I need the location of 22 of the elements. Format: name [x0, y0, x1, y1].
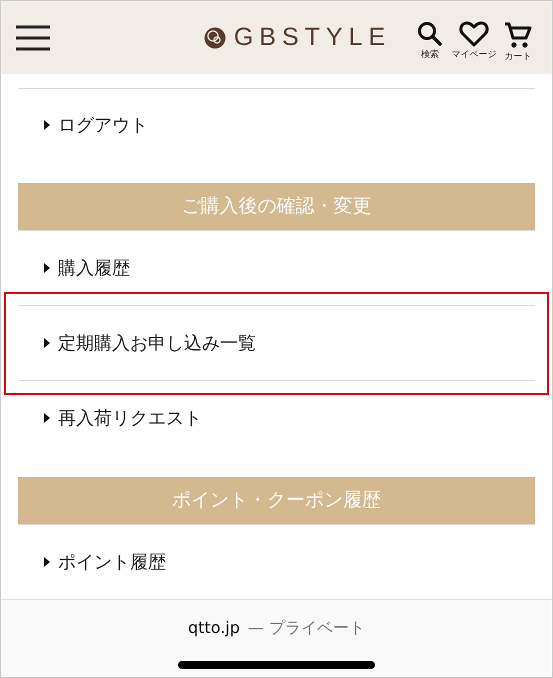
header-cart-button[interactable]: カート: [498, 21, 538, 62]
header-mypage-button[interactable]: マイページ: [454, 21, 494, 62]
menu-link[interactable]: ログアウト: [18, 88, 535, 161]
logo-text: GBSTYLE: [234, 22, 392, 53]
section-heading: ポイント・クーポン履歴: [18, 477, 535, 524]
section-heading: ご購入後の確認・変更: [18, 183, 535, 230]
menu-icon[interactable]: [15, 24, 51, 50]
header-search-button[interactable]: 検索: [410, 21, 450, 62]
menu-link[interactable]: 購入履歴: [18, 230, 535, 305]
caret-icon: [44, 120, 50, 130]
heart-icon: [458, 21, 489, 47]
caret-icon: [44, 338, 50, 348]
browsing-mode: — プライベート: [248, 617, 365, 639]
address-domain: qtto.jp: [188, 617, 240, 639]
caret-icon: [44, 413, 50, 423]
search-icon: [416, 21, 443, 47]
caret-icon: [44, 263, 50, 273]
caret-icon: [44, 557, 50, 567]
logo-icon: [204, 26, 226, 48]
menu-link[interactable]: 定期購入お申し込み一覧: [18, 305, 535, 380]
cart-icon: [504, 21, 532, 49]
menu-link[interactable]: 再入荷リクエスト: [18, 380, 535, 455]
